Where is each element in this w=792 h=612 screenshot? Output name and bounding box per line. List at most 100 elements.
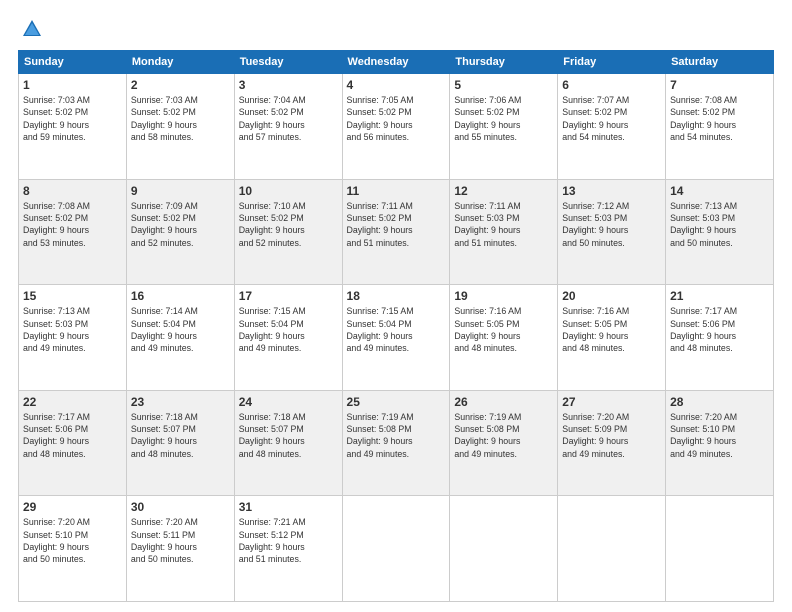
day-number: 4	[347, 78, 446, 92]
day-info: Sunrise: 7:13 AM Sunset: 5:03 PM Dayligh…	[670, 200, 769, 249]
calendar-day-cell: 15 Sunrise: 7:13 AM Sunset: 5:03 PM Dayli…	[19, 285, 127, 391]
day-number: 28	[670, 395, 769, 409]
day-number: 7	[670, 78, 769, 92]
day-number: 3	[239, 78, 338, 92]
day-info: Sunrise: 7:18 AM Sunset: 5:07 PM Dayligh…	[131, 411, 230, 460]
day-info: Sunrise: 7:17 AM Sunset: 5:06 PM Dayligh…	[670, 305, 769, 354]
day-info: Sunrise: 7:08 AM Sunset: 5:02 PM Dayligh…	[670, 94, 769, 143]
day-number: 16	[131, 289, 230, 303]
day-info: Sunrise: 7:19 AM Sunset: 5:08 PM Dayligh…	[347, 411, 446, 460]
day-number: 1	[23, 78, 122, 92]
calendar-day-cell: 25 Sunrise: 7:19 AM Sunset: 5:08 PM Dayli…	[342, 390, 450, 496]
calendar-day-cell: 8Sunrise: 7:08 AM Sunset: 5:02 PM Daylig…	[19, 179, 127, 285]
day-info: Sunrise: 7:15 AM Sunset: 5:04 PM Dayligh…	[347, 305, 446, 354]
calendar-day-cell	[342, 496, 450, 602]
day-info: Sunrise: 7:16 AM Sunset: 5:05 PM Dayligh…	[562, 305, 661, 354]
day-number: 2	[131, 78, 230, 92]
weekday-header-cell: Monday	[126, 51, 234, 74]
day-number: 31	[239, 500, 338, 514]
calendar-day-cell: 31 Sunrise: 7:21 AM Sunset: 5:12 PM Dayli…	[234, 496, 342, 602]
day-info: Sunrise: 7:20 AM Sunset: 5:10 PM Dayligh…	[670, 411, 769, 460]
day-number: 12	[454, 184, 553, 198]
calendar-day-cell	[450, 496, 558, 602]
day-info: Sunrise: 7:04 AM Sunset: 5:02 PM Dayligh…	[239, 94, 338, 143]
calendar-day-cell: 30 Sunrise: 7:20 AM Sunset: 5:11 PM Dayli…	[126, 496, 234, 602]
calendar-week-row: 29 Sunrise: 7:20 AM Sunset: 5:10 PM Dayli…	[19, 496, 774, 602]
calendar-day-cell	[558, 496, 666, 602]
day-number: 11	[347, 184, 446, 198]
day-number: 17	[239, 289, 338, 303]
day-number: 9	[131, 184, 230, 198]
day-number: 19	[454, 289, 553, 303]
day-number: 27	[562, 395, 661, 409]
calendar-day-cell: 12 Sunrise: 7:11 AM Sunset: 5:03 PM Dayli…	[450, 179, 558, 285]
weekday-header-cell: Thursday	[450, 51, 558, 74]
day-info: Sunrise: 7:20 AM Sunset: 5:10 PM Dayligh…	[23, 516, 122, 565]
calendar-week-row: 15 Sunrise: 7:13 AM Sunset: 5:03 PM Dayli…	[19, 285, 774, 391]
calendar-day-cell: 14Sunrise: 7:13 AM Sunset: 5:03 PM Dayli…	[666, 179, 774, 285]
day-info: Sunrise: 7:18 AM Sunset: 5:07 PM Dayligh…	[239, 411, 338, 460]
calendar-day-cell: 20 Sunrise: 7:16 AM Sunset: 5:05 PM Dayli…	[558, 285, 666, 391]
calendar-table: SundayMondayTuesdayWednesdayThursdayFrid…	[18, 50, 774, 602]
day-number: 20	[562, 289, 661, 303]
logo-icon	[21, 18, 43, 40]
day-info: Sunrise: 7:11 AM Sunset: 5:02 PM Dayligh…	[347, 200, 446, 249]
weekday-header-row: SundayMondayTuesdayWednesdayThursdayFrid…	[19, 51, 774, 74]
day-number: 10	[239, 184, 338, 198]
day-info: Sunrise: 7:17 AM Sunset: 5:06 PM Dayligh…	[23, 411, 122, 460]
calendar-day-cell: 9 Sunrise: 7:09 AM Sunset: 5:02 PM Daylig…	[126, 179, 234, 285]
logo	[18, 18, 43, 40]
calendar-body: 1 Sunrise: 7:03 AM Sunset: 5:02 PM Daylig…	[19, 74, 774, 602]
day-info: Sunrise: 7:12 AM Sunset: 5:03 PM Dayligh…	[562, 200, 661, 249]
day-number: 15	[23, 289, 122, 303]
day-info: Sunrise: 7:16 AM Sunset: 5:05 PM Dayligh…	[454, 305, 553, 354]
calendar-page: SundayMondayTuesdayWednesdayThursdayFrid…	[0, 0, 792, 612]
day-number: 21	[670, 289, 769, 303]
calendar-day-cell: 2 Sunrise: 7:03 AM Sunset: 5:02 PM Daylig…	[126, 74, 234, 180]
calendar-day-cell: 29 Sunrise: 7:20 AM Sunset: 5:10 PM Dayli…	[19, 496, 127, 602]
day-info: Sunrise: 7:13 AM Sunset: 5:03 PM Dayligh…	[23, 305, 122, 354]
calendar-day-cell: 21 Sunrise: 7:17 AM Sunset: 5:06 PM Dayli…	[666, 285, 774, 391]
calendar-day-cell: 3 Sunrise: 7:04 AM Sunset: 5:02 PM Daylig…	[234, 74, 342, 180]
day-number: 18	[347, 289, 446, 303]
calendar-day-cell	[666, 496, 774, 602]
calendar-day-cell: 27Sunrise: 7:20 AM Sunset: 5:09 PM Dayli…	[558, 390, 666, 496]
day-number: 25	[347, 395, 446, 409]
day-number: 23	[131, 395, 230, 409]
calendar-week-row: 8Sunrise: 7:08 AM Sunset: 5:02 PM Daylig…	[19, 179, 774, 285]
day-info: Sunrise: 7:03 AM Sunset: 5:02 PM Dayligh…	[131, 94, 230, 143]
calendar-day-cell: 16Sunrise: 7:14 AM Sunset: 5:04 PM Dayli…	[126, 285, 234, 391]
calendar-week-row: 22 Sunrise: 7:17 AM Sunset: 5:06 PM Dayli…	[19, 390, 774, 496]
day-info: Sunrise: 7:21 AM Sunset: 5:12 PM Dayligh…	[239, 516, 338, 565]
day-number: 24	[239, 395, 338, 409]
day-info: Sunrise: 7:03 AM Sunset: 5:02 PM Dayligh…	[23, 94, 122, 143]
day-number: 6	[562, 78, 661, 92]
day-number: 29	[23, 500, 122, 514]
calendar-day-cell: 17 Sunrise: 7:15 AM Sunset: 5:04 PM Dayli…	[234, 285, 342, 391]
day-info: Sunrise: 7:15 AM Sunset: 5:04 PM Dayligh…	[239, 305, 338, 354]
calendar-day-cell: 4Sunrise: 7:05 AM Sunset: 5:02 PM Daylig…	[342, 74, 450, 180]
weekday-header-cell: Wednesday	[342, 51, 450, 74]
calendar-day-cell: 5Sunrise: 7:06 AM Sunset: 5:02 PM Daylig…	[450, 74, 558, 180]
calendar-day-cell: 6 Sunrise: 7:07 AM Sunset: 5:02 PM Daylig…	[558, 74, 666, 180]
day-info: Sunrise: 7:07 AM Sunset: 5:02 PM Dayligh…	[562, 94, 661, 143]
day-info: Sunrise: 7:09 AM Sunset: 5:02 PM Dayligh…	[131, 200, 230, 249]
day-info: Sunrise: 7:08 AM Sunset: 5:02 PM Dayligh…	[23, 200, 122, 249]
day-number: 13	[562, 184, 661, 198]
weekday-header-cell: Saturday	[666, 51, 774, 74]
calendar-day-cell: 1 Sunrise: 7:03 AM Sunset: 5:02 PM Daylig…	[19, 74, 127, 180]
day-number: 30	[131, 500, 230, 514]
calendar-day-cell: 10 Sunrise: 7:10 AM Sunset: 5:02 PM Dayli…	[234, 179, 342, 285]
calendar-day-cell: 13 Sunrise: 7:12 AM Sunset: 5:03 PM Dayli…	[558, 179, 666, 285]
calendar-week-row: 1 Sunrise: 7:03 AM Sunset: 5:02 PM Daylig…	[19, 74, 774, 180]
day-number: 5	[454, 78, 553, 92]
calendar-day-cell: 11 Sunrise: 7:11 AM Sunset: 5:02 PM Dayli…	[342, 179, 450, 285]
calendar-day-cell: 28 Sunrise: 7:20 AM Sunset: 5:10 PM Dayli…	[666, 390, 774, 496]
header	[18, 18, 774, 40]
day-info: Sunrise: 7:20 AM Sunset: 5:11 PM Dayligh…	[131, 516, 230, 565]
day-info: Sunrise: 7:10 AM Sunset: 5:02 PM Dayligh…	[239, 200, 338, 249]
day-info: Sunrise: 7:11 AM Sunset: 5:03 PM Dayligh…	[454, 200, 553, 249]
weekday-header-cell: Friday	[558, 51, 666, 74]
day-number: 22	[23, 395, 122, 409]
calendar-day-cell: 24 Sunrise: 7:18 AM Sunset: 5:07 PM Dayli…	[234, 390, 342, 496]
